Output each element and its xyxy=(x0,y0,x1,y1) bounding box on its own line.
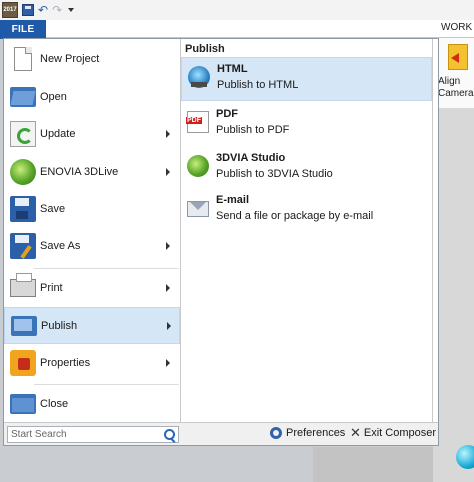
publish-option-title: 3DVIA Studio xyxy=(216,152,286,164)
close-icon: ✕ xyxy=(350,425,361,440)
menu-item-label: Open xyxy=(40,91,67,103)
menu-item-close[interactable]: Close xyxy=(4,386,180,422)
menu-item-label: Save As xyxy=(40,240,81,252)
redo-icon[interactable]: ↷ xyxy=(52,4,62,16)
menu-item-label: Publish xyxy=(41,319,78,332)
menu-item-open[interactable]: Open xyxy=(4,79,180,115)
search-icon[interactable] xyxy=(164,429,175,440)
publish-panel-title: Publish xyxy=(185,43,225,55)
exit-composer-button[interactable]: ✕ Exit Composer xyxy=(350,425,437,440)
menu-item-new-project[interactable]: New Project xyxy=(4,41,180,77)
publish-option-description: Publish to PDF xyxy=(216,124,290,136)
search-input[interactable] xyxy=(8,427,161,442)
menu-item-label: Properties xyxy=(40,357,91,369)
menu-item-publish[interactable]: Publish xyxy=(4,307,180,344)
save-icon xyxy=(10,196,36,222)
publish-option-pdf[interactable]: PDF Publish to PDF xyxy=(181,103,432,147)
sphere-icon xyxy=(456,445,474,469)
preferences-button[interactable]: Preferences xyxy=(270,427,345,439)
ribbon-tab-bar xyxy=(0,20,474,38)
submenu-arrow-icon xyxy=(166,168,170,176)
menu-item-label: Save xyxy=(40,203,66,215)
publish-option-3dvia-studio[interactable]: 3DVIA Studio Publish to 3DVIA Studio xyxy=(181,147,432,191)
viewport xyxy=(433,108,474,482)
submenu-arrow-icon xyxy=(166,284,170,292)
preferences-label: Preferences xyxy=(286,427,346,439)
publish-option-title: HTML xyxy=(217,63,248,75)
file-menu-commands: New Project Open Update ENOVIA 3DLive Sa… xyxy=(4,39,180,422)
3dvia-icon xyxy=(187,155,209,177)
publish-option-html[interactable]: HTML Publish to HTML xyxy=(181,57,432,101)
tab-work[interactable]: WORK xyxy=(441,22,472,33)
background-panel xyxy=(313,447,433,482)
menu-item-enovia-3dlive[interactable]: ENOVIA 3DLive xyxy=(4,154,180,190)
file-tab[interactable]: FILE xyxy=(0,20,46,39)
file-menu: New Project Open Update ENOVIA 3DLive Sa… xyxy=(3,38,439,446)
align-camera-label[interactable]: Align Camera xyxy=(438,76,474,100)
menu-separator xyxy=(34,384,179,385)
menu-item-label: ENOVIA 3DLive xyxy=(40,166,119,178)
pdf-document-icon xyxy=(186,111,209,133)
menu-item-label: Update xyxy=(40,128,76,140)
start-search-box[interactable] xyxy=(7,426,179,443)
file-menu-footer: Preferences ✕ Exit Composer xyxy=(4,422,438,445)
menu-item-label: Close xyxy=(40,398,69,410)
customize-dropdown-icon[interactable] xyxy=(68,8,75,12)
exit-label: Exit Composer xyxy=(363,427,437,439)
printer-icon xyxy=(10,273,36,297)
undo-icon[interactable]: ↶ xyxy=(38,4,48,16)
submenu-arrow-icon xyxy=(166,130,170,138)
update-icon xyxy=(10,121,36,147)
app-logo-icon[interactable]: 2017 xyxy=(2,2,18,18)
menu-item-properties[interactable]: Properties xyxy=(4,345,180,381)
close-folder-icon xyxy=(10,394,36,414)
email-envelope-icon xyxy=(187,201,209,217)
align-camera-icon[interactable] xyxy=(448,44,468,70)
publish-folder-icon xyxy=(11,315,37,336)
submenu-arrow-icon xyxy=(166,242,170,250)
properties-icon xyxy=(10,350,36,376)
gear-icon xyxy=(270,427,282,439)
publish-option-title: PDF xyxy=(216,108,238,120)
save-as-icon xyxy=(10,233,36,259)
menu-item-print[interactable]: Print xyxy=(4,270,180,306)
publish-option-description: Publish to 3DVIA Studio xyxy=(216,168,333,180)
publish-option-email[interactable]: E-mail Send a file or package by e-mail xyxy=(181,189,432,233)
menu-item-save-as[interactable]: Save As xyxy=(4,228,180,264)
html-globe-icon xyxy=(188,66,210,88)
submenu-arrow-icon xyxy=(167,321,171,330)
submenu-arrow-icon xyxy=(166,359,170,367)
publish-panel: Publish HTML Publish to HTML PDF Publish… xyxy=(180,39,433,422)
save-icon[interactable] xyxy=(22,4,34,16)
menu-separator xyxy=(34,268,179,269)
quick-access-toolbar: 2017 ↶ ↷ xyxy=(0,0,474,20)
menu-item-label: New Project xyxy=(40,53,100,65)
new-document-icon xyxy=(14,47,32,71)
menu-item-update[interactable]: Update xyxy=(4,116,180,152)
menu-item-label: Print xyxy=(40,282,63,294)
menu-item-save[interactable]: Save xyxy=(4,191,180,227)
publish-option-title: E-mail xyxy=(216,194,250,206)
publish-option-description: Send a file or package by e-mail xyxy=(216,210,374,222)
enovia-globe-icon xyxy=(10,159,36,185)
folder-open-icon xyxy=(10,87,36,107)
publish-option-description: Publish to HTML xyxy=(217,79,299,91)
